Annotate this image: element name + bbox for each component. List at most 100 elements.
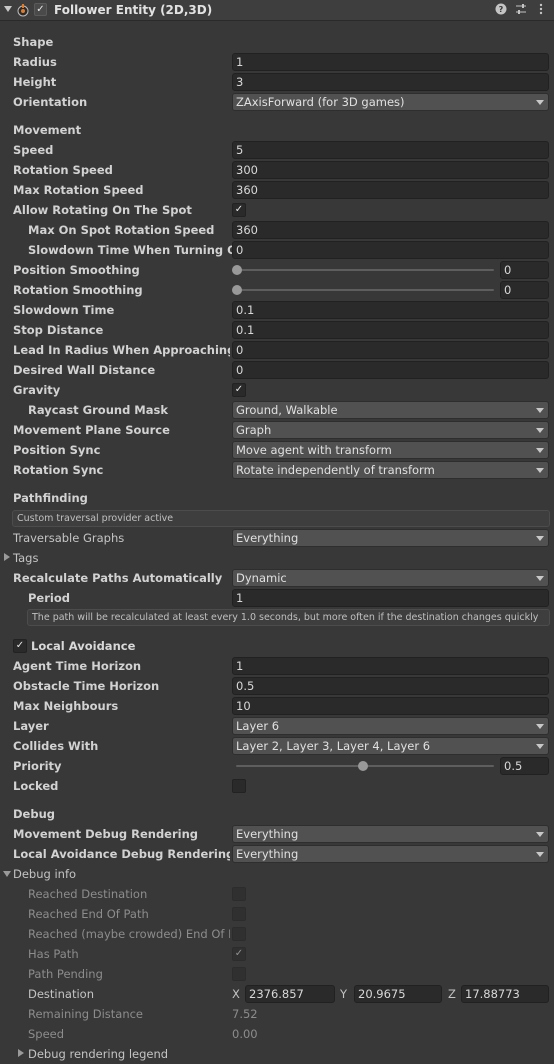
recalc-dropdown[interactable]: Dynamic: [232, 569, 549, 587]
position-smoothing-field[interactable]: 0: [500, 261, 549, 279]
reached-end-checkbox: [232, 907, 246, 921]
traversable-graphs-dropdown[interactable]: Everything: [232, 529, 549, 547]
traversable-graphs-row: Traversable Graphs Everything: [0, 528, 554, 548]
rotation-sync-dropdown[interactable]: Rotate independently of transform: [232, 461, 549, 479]
chevron-down-icon: [536, 576, 544, 581]
obstacle-horizon-field[interactable]: 0.5: [232, 677, 549, 695]
orientation-dropdown[interactable]: ZAxisForward (for 3D games): [232, 93, 549, 111]
max-neighbours-label: Max Neighbours: [13, 699, 119, 713]
destination-z-field[interactable]: 17.88773: [461, 985, 549, 1003]
collides-with-label: Collides With: [13, 739, 99, 753]
agent-horizon-field[interactable]: 1: [232, 657, 549, 675]
height-field[interactable]: 3: [232, 73, 549, 91]
collides-with-dropdown[interactable]: Layer 2, Layer 3, Layer 4, Layer 6: [232, 737, 549, 755]
position-sync-dropdown[interactable]: Move agent with transform: [232, 441, 549, 459]
position-smoothing-knob[interactable]: [232, 265, 242, 275]
remaining-distance-row: Remaining Distance 7.52: [0, 1004, 554, 1024]
chevron-down-icon: [536, 408, 544, 413]
lead-in-field[interactable]: 0: [232, 341, 549, 359]
chevron-down-icon: [536, 100, 544, 105]
rotation-smoothing-slider[interactable]: [236, 289, 494, 291]
locked-checkbox[interactable]: [232, 779, 246, 793]
reached-end-label: Reached End Of Path: [28, 907, 149, 921]
position-smoothing-slider[interactable]: [236, 269, 494, 271]
allow-rotating-row: Allow Rotating On The Spot ✓: [0, 200, 554, 220]
speed-label: Speed: [13, 143, 54, 157]
raycast-dropdown[interactable]: Ground, Walkable: [232, 401, 549, 419]
plane-source-row: Movement Plane Source Graph: [0, 420, 554, 440]
stop-distance-row: Stop Distance 0.1: [0, 320, 554, 340]
orientation-label: Orientation: [13, 95, 88, 109]
stop-distance-field[interactable]: 0.1: [232, 321, 549, 339]
max-rotation-speed-field[interactable]: 360: [232, 181, 549, 199]
slowdown-turning-field[interactable]: 0: [232, 241, 549, 259]
remaining-distance-value: 7.52: [232, 1007, 258, 1021]
slowdown-turning-label: Slowdown Time When Turning On Spot: [28, 243, 234, 257]
plane-source-dropdown[interactable]: Graph: [232, 421, 549, 439]
traversable-graphs-value: Everything: [236, 531, 299, 545]
raycast-row: Raycast Ground Mask Ground, Walkable: [0, 400, 554, 420]
plane-source-value: Graph: [236, 423, 272, 437]
gravity-label: Gravity: [13, 383, 61, 397]
position-sync-row: Position Sync Move agent with transform: [0, 440, 554, 460]
section-shape: Shape: [13, 35, 54, 49]
destination-y-field[interactable]: 20.9675: [354, 985, 442, 1003]
section-pathfinding: Pathfinding: [13, 491, 88, 505]
rotation-smoothing-field[interactable]: 0: [500, 281, 549, 299]
allow-rotating-checkbox[interactable]: ✓: [232, 203, 246, 217]
slowdown-time-field[interactable]: 0.1: [232, 301, 549, 319]
priority-knob[interactable]: [358, 761, 368, 771]
chevron-down-icon: [536, 852, 544, 857]
debug-info-label[interactable]: Debug info: [13, 865, 76, 883]
help-icon[interactable]: ?: [494, 3, 508, 17]
svg-text:?: ?: [499, 5, 504, 14]
max-on-spot-field[interactable]: 360: [232, 221, 549, 239]
priority-label: Priority: [13, 759, 62, 773]
destination-z-label: Z: [448, 987, 456, 1001]
gravity-checkbox[interactable]: ✓: [232, 383, 246, 397]
rotation-smoothing-knob[interactable]: [232, 285, 242, 295]
foldout-down-icon[interactable]: [3, 871, 11, 877]
chevron-down-icon: [536, 744, 544, 749]
chevron-down-icon: [536, 536, 544, 541]
priority-field[interactable]: 0.5: [500, 757, 549, 775]
legend-label[interactable]: Debug rendering legend: [28, 1045, 168, 1063]
foldout-right-icon[interactable]: [18, 1049, 24, 1057]
allow-rotating-label: Allow Rotating On The Spot: [13, 203, 192, 217]
period-field[interactable]: 1: [232, 589, 549, 607]
obstacle-horizon-label: Obstacle Time Horizon: [13, 679, 160, 693]
local-avoidance-checkbox[interactable]: ✓: [13, 639, 27, 653]
layer-dropdown[interactable]: Layer 6: [232, 717, 549, 735]
avoidance-render-dropdown[interactable]: Everything: [232, 845, 549, 863]
desired-wall-field[interactable]: 0: [232, 361, 549, 379]
recalc-row: Recalculate Paths Automatically Dynamic: [0, 568, 554, 588]
gravity-row: Gravity ✓: [0, 380, 554, 400]
foldout-right-icon[interactable]: [4, 553, 10, 561]
traversal-info-box: Custom traversal provider active: [12, 510, 550, 527]
foldout-arrow-icon[interactable]: [4, 6, 12, 12]
legend-row[interactable]: Debug rendering legend: [0, 1044, 554, 1064]
destination-x-field[interactable]: 2376.857: [245, 985, 335, 1003]
movement-render-dropdown[interactable]: Everything: [232, 825, 549, 843]
speed-field[interactable]: 5: [232, 141, 549, 159]
path-pending-label: Path Pending: [28, 967, 103, 981]
max-neighbours-row: Max Neighbours 10: [0, 696, 554, 716]
collides-with-value: Layer 2, Layer 3, Layer 4, Layer 6: [236, 739, 431, 753]
max-on-spot-row: Max On Spot Rotation Speed 360: [0, 220, 554, 240]
chevron-down-icon: [536, 724, 544, 729]
rotation-speed-field[interactable]: 300: [232, 161, 549, 179]
destination-row: Destination X 2376.857 Y 20.9675 Z 17.88…: [0, 984, 554, 1004]
destination-y-label: Y: [340, 987, 348, 1001]
more-icon[interactable]: [534, 3, 548, 17]
debug-speed-value: 0.00: [232, 1027, 258, 1041]
debug-info-row[interactable]: Debug info: [0, 864, 554, 884]
max-rotation-speed-label: Max Rotation Speed: [13, 183, 144, 197]
presets-icon[interactable]: [514, 3, 528, 17]
component-enabled-checkbox[interactable]: ✓: [34, 3, 47, 16]
tags-row[interactable]: Tags: [0, 548, 554, 568]
max-neighbours-field[interactable]: 10: [232, 697, 549, 715]
debug-speed-label: Speed: [28, 1027, 65, 1041]
reached-crowded-checkbox: [232, 927, 246, 941]
radius-field[interactable]: 1: [232, 53, 549, 71]
tags-label[interactable]: Tags: [13, 549, 38, 567]
